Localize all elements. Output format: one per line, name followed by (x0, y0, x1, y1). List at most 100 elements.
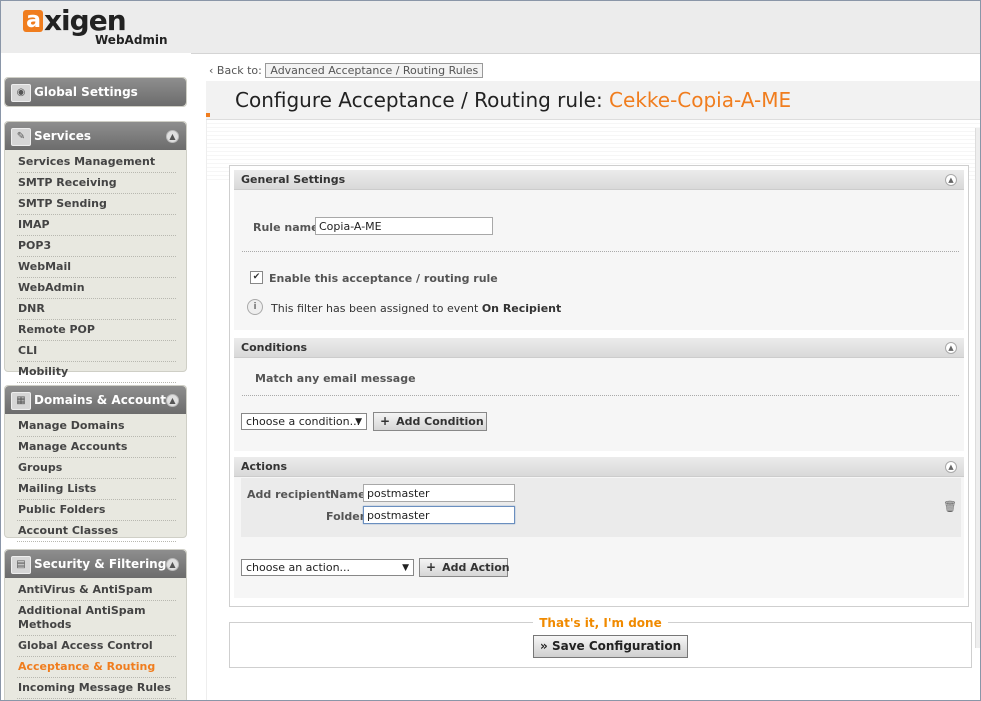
actions-section: Actions ▲ Add recipient Name postmaster … (234, 457, 964, 598)
double-chevron-icon: » (540, 639, 548, 653)
header: a xigen WebAdmin (1, 1, 980, 54)
sidebar-item-smtp-sending[interactable]: SMTP Sending (17, 194, 176, 215)
section-title: General Settings (241, 173, 346, 186)
sidebar-domains-header[interactable]: ▦ Domains & Accounts ▲ (5, 386, 186, 414)
action-select[interactable]: choose an action... ▼ (241, 559, 414, 576)
conditions-header[interactable]: Conditions ▲ (234, 338, 964, 358)
section-title: Conditions (241, 341, 308, 354)
sidebar-global-settings[interactable]: ◉ Global Settings (5, 78, 186, 106)
sidebar-item-webadmin[interactable]: WebAdmin (17, 278, 176, 299)
add-action-button[interactable]: + Add Action (419, 558, 510, 577)
sidebar-security-header[interactable]: ▤ Security & Filtering ▲ (5, 550, 186, 578)
panel-title: Global Settings (34, 85, 138, 99)
name-label: Name (330, 488, 366, 501)
panel-title: Security & Filtering (34, 557, 167, 571)
axigen-logo[interactable]: a xigen WebAdmin (23, 7, 168, 47)
sidebar-item-global-access-control[interactable]: Global Access Control (17, 636, 176, 657)
collapse-icon[interactable]: ▲ (166, 558, 179, 571)
match-any-text: Match any email message (255, 372, 416, 385)
sidebar-item-dnr[interactable]: DNR (17, 299, 176, 320)
title-marker (206, 113, 210, 117)
breadcrumb: ‹ Back to: Advanced Acceptance / Routing… (209, 63, 484, 78)
logo-wordmark: a xigen (23, 7, 127, 35)
sidebar-item-manage-domains[interactable]: Manage Domains (17, 416, 176, 437)
security-icon: ▤ (11, 556, 31, 574)
sidebar-services-header[interactable]: ✎ Services ▲ (5, 122, 186, 150)
condition-select[interactable]: choose a condition... ▼ (241, 413, 367, 430)
plus-icon: + (380, 414, 391, 428)
collapse-icon[interactable]: ▲ (945, 174, 957, 186)
sidebar-item-mobility[interactable]: Mobility (17, 362, 176, 383)
sidebar-item-acceptance-routing[interactable]: Acceptance & Routing (17, 657, 176, 678)
info-icon: i (247, 299, 263, 315)
collapse-icon[interactable]: ▲ (945, 342, 957, 354)
rule-form: General Settings ▲ Rule name Copia-A-ME … (229, 165, 969, 607)
rule-name-label: Rule name (253, 221, 319, 234)
save-configuration-button[interactable]: » Save Configuration (533, 635, 689, 658)
add-condition-button[interactable]: + Add Condition (373, 412, 487, 431)
sidebar-item-remote-pop[interactable]: Remote POP (17, 320, 176, 341)
panel-security-filtering: ▤ Security & Filtering ▲ AntiVirus & Ant… (4, 549, 187, 700)
actions-header[interactable]: Actions ▲ (234, 457, 964, 477)
trash-icon[interactable]: 🗑 (943, 500, 957, 513)
sidebar-item-account-classes[interactable]: Account Classes (17, 521, 176, 542)
plus-icon: + (426, 560, 437, 574)
done-text: That's it, I'm done (533, 616, 668, 630)
page-title: Configure Acceptance / Routing rule: Cek… (235, 88, 792, 112)
domains-icon: ▦ (11, 392, 31, 410)
sidebar-item-services-management[interactable]: Services Management (17, 152, 176, 173)
back-label: Back to: (216, 64, 262, 77)
collapse-icon[interactable]: ▲ (166, 130, 179, 143)
sidebar-item-incoming-message-rules[interactable]: Incoming Message Rules (17, 678, 176, 699)
page-title-bar: Configure Acceptance / Routing rule: Cek… (206, 81, 980, 120)
panel-domains-accounts: ▦ Domains & Accounts ▲ Manage Domains Man… (4, 385, 187, 542)
services-nav-list: Services Management SMTP Receiving SMTP Se… (5, 150, 186, 387)
domains-nav-list: Manage Domains Manage Accounts Groups Maili… (5, 414, 186, 546)
enable-rule-label: Enable this acceptance / routing rule (269, 272, 498, 285)
done-panel: That's it, I'm done » Save Configuration (229, 616, 972, 668)
back-link[interactable]: Advanced Acceptance / Routing Rules (265, 63, 484, 78)
logo-subtitle: WebAdmin (95, 33, 168, 47)
sidebar-item-groups[interactable]: Groups (17, 458, 176, 479)
scrollbar[interactable] (975, 128, 980, 648)
rule-name-title: Cekke-Copia-A-ME (609, 88, 792, 112)
sidebar: ◉ Global Settings ✎ Services ▲ Services … (1, 53, 191, 700)
action-row: Add recipient Name postmaster Folder pos… (241, 478, 961, 537)
globe-icon: ◉ (11, 84, 31, 102)
sidebar-item-webmail[interactable]: WebMail (17, 257, 176, 278)
section-title: Actions (241, 460, 287, 473)
collapse-icon[interactable]: ▲ (166, 394, 179, 407)
recipient-name-input[interactable]: postmaster (363, 484, 515, 502)
conditions-section: Conditions ▲ Match any email message cho… (234, 338, 964, 451)
back-chevron-icon: ‹ (209, 64, 214, 77)
folder-label: Folder (326, 510, 366, 523)
general-settings-header[interactable]: General Settings ▲ (234, 170, 964, 190)
services-icon: ✎ (11, 128, 31, 146)
sidebar-item-public-folders[interactable]: Public Folders (17, 500, 176, 521)
sidebar-item-imap[interactable]: IMAP (17, 215, 176, 236)
event-name: On Recipient (481, 302, 562, 315)
enable-rule-checkbox[interactable]: ✔ (250, 271, 263, 284)
panel-title: Services (34, 129, 92, 143)
main-content: ‹ Back to: Advanced Acceptance / Routing… (201, 53, 980, 700)
sidebar-item-cli[interactable]: CLI (17, 341, 176, 362)
event-info-text: This filter has been assigned to event O… (271, 302, 562, 315)
dropdown-arrow-icon: ▼ (355, 417, 362, 427)
recipient-folder-input[interactable]: postmaster (363, 506, 515, 524)
general-settings-section: General Settings ▲ Rule name Copia-A-ME … (234, 170, 964, 330)
sidebar-item-additional-antispam-methods[interactable]: Additional AntiSpam Methods (17, 601, 176, 636)
sidebar-item-manage-accounts[interactable]: Manage Accounts (17, 437, 176, 458)
content-area: General Settings ▲ Rule name Copia-A-ME … (206, 120, 980, 700)
security-nav-list: AntiVirus & AntiSpam Additional AntiSpam … (5, 578, 186, 700)
panel-services: ✎ Services ▲ Services Management SMTP Rec… (4, 121, 187, 383)
panel-title: Domains & Accounts (34, 393, 174, 407)
add-recipient-label: Add recipient (247, 488, 331, 501)
sidebar-item-pop3[interactable]: POP3 (17, 236, 176, 257)
collapse-icon[interactable]: ▲ (945, 461, 957, 473)
sidebar-item-smtp-receiving[interactable]: SMTP Receiving (17, 173, 176, 194)
sidebar-item-mailing-lists[interactable]: Mailing Lists (17, 479, 176, 500)
sidebar-item-antivirus-antispam[interactable]: AntiVirus & AntiSpam (17, 580, 176, 601)
app-window: a xigen WebAdmin ◉ Global Settings ✎ Serv… (0, 0, 981, 701)
rule-name-input[interactable]: Copia-A-ME (315, 217, 493, 235)
dropdown-arrow-icon: ▼ (402, 563, 409, 573)
